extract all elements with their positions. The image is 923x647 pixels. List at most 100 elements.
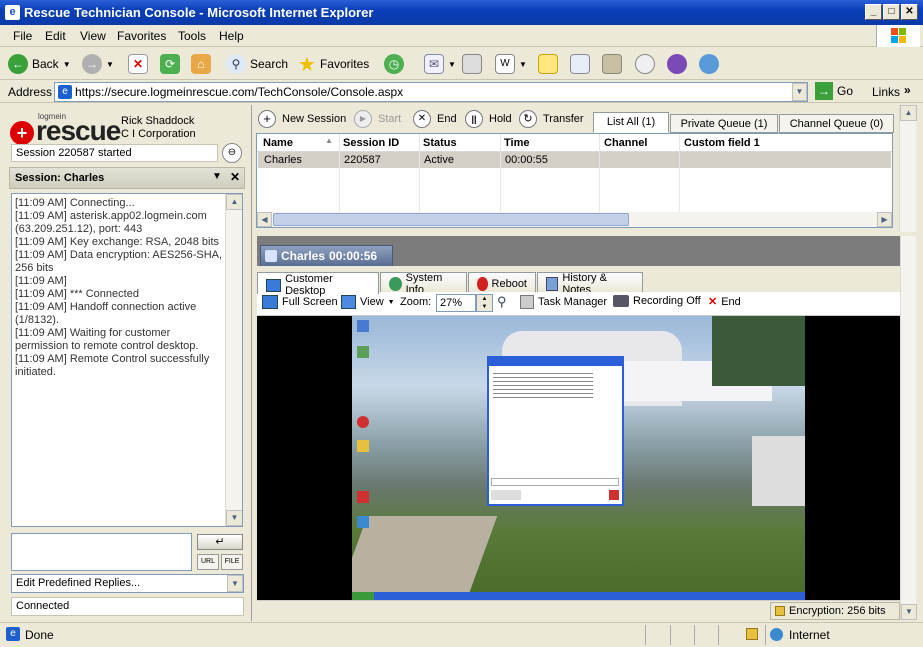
book-icon bbox=[546, 277, 559, 291]
chat-log-content: [11:09 AM] Connecting... [11:09 AM] aster… bbox=[15, 197, 225, 379]
zoom-input[interactable]: 27% bbox=[436, 294, 476, 312]
star-icon: ★ bbox=[298, 53, 316, 76]
tab-customer-desktop-label: Customer Desktop bbox=[285, 273, 333, 297]
log-line: [11:09 AM] Remote Control successfully i… bbox=[15, 353, 210, 378]
fullscreen-icon bbox=[262, 295, 278, 309]
pause-icon: || bbox=[465, 110, 483, 128]
right-vscrollbar[interactable]: ▼ bbox=[900, 236, 917, 620]
url-button[interactable]: URL bbox=[197, 554, 219, 570]
predefined-replies-select[interactable]: Edit Predefined Replies... ▼ bbox=[11, 574, 244, 593]
tab-channel-queue[interactable]: Channel Queue (0) bbox=[779, 114, 894, 133]
refresh-icon[interactable]: ⟳ bbox=[160, 54, 180, 74]
view-button[interactable]: View ▼ bbox=[341, 295, 395, 309]
task-manager-button[interactable]: Task Manager bbox=[520, 295, 607, 309]
history-icon[interactable]: ◷ bbox=[384, 54, 404, 74]
active-session-timer: 00:00:56 bbox=[329, 249, 378, 263]
search-button[interactable]: ⚲ Search bbox=[226, 52, 288, 76]
active-session-tab[interactable]: Charles 00:00:56 bbox=[260, 245, 393, 266]
col-custom-field[interactable]: Custom field 1 bbox=[684, 137, 760, 149]
scroll-left-icon[interactable]: ◀ bbox=[257, 212, 272, 227]
scroll-right-icon[interactable]: ▶ bbox=[877, 212, 892, 227]
forward-button[interactable]: → ▼ bbox=[82, 52, 114, 76]
top-vscrollbar[interactable]: ▲ bbox=[899, 105, 917, 232]
end-remote-button[interactable]: ✕ End bbox=[708, 295, 741, 309]
tab-reboot[interactable]: Reboot bbox=[468, 272, 536, 292]
favorites-button[interactable]: ★ Favorites bbox=[298, 52, 369, 76]
chat-scrollbar[interactable]: ▲ ▼ bbox=[225, 194, 242, 526]
start-button[interactable]: ▶ Start bbox=[354, 110, 401, 128]
chevron-down-icon[interactable]: ▼ bbox=[212, 171, 222, 182]
menu-file[interactable]: File bbox=[13, 29, 32, 43]
research-icon[interactable] bbox=[602, 54, 622, 74]
url-input[interactable]: e https://secure.logmeinrescue.com/TechC… bbox=[54, 82, 808, 102]
menu-edit[interactable]: Edit bbox=[45, 29, 66, 43]
table-row[interactable]: Charles 220587 Active 00:00:55 bbox=[258, 152, 891, 168]
send-icon[interactable]: ↵ bbox=[197, 534, 243, 550]
edit-icon[interactable]: W bbox=[495, 54, 515, 74]
scroll-down-icon[interactable]: ▼ bbox=[226, 510, 242, 526]
url-dropdown-button[interactable]: ▼ bbox=[792, 83, 807, 101]
menu-favorites[interactable]: Favorites bbox=[117, 29, 166, 43]
recording-button[interactable]: Recording Off bbox=[613, 295, 701, 307]
menu-tools[interactable]: Tools bbox=[178, 29, 206, 43]
col-name[interactable]: Name bbox=[263, 137, 293, 149]
tab-system-info[interactable]: System Info bbox=[380, 272, 467, 296]
scroll-up-icon[interactable]: ▲ bbox=[226, 194, 242, 210]
close-button[interactable]: ✕ bbox=[901, 4, 918, 20]
desktop-icon bbox=[357, 416, 369, 428]
close-icon[interactable]: ✕ bbox=[230, 170, 240, 184]
cell-status: Active bbox=[424, 154, 454, 166]
msn-icon[interactable] bbox=[699, 54, 719, 74]
session-header-title: Session: Charles bbox=[15, 172, 105, 184]
new-session-button[interactable]: + New Session bbox=[258, 110, 346, 128]
col-status[interactable]: Status bbox=[423, 137, 457, 149]
zoom-stepper[interactable]: ▲ ▼ bbox=[476, 294, 493, 312]
print-icon[interactable] bbox=[462, 54, 482, 74]
remote-desktop-viewport[interactable] bbox=[257, 316, 900, 600]
tab-history-notes[interactable]: History & Notes bbox=[537, 272, 643, 296]
log-line: [11:09 AM] bbox=[15, 275, 67, 287]
maximize-button[interactable]: □ bbox=[883, 4, 900, 20]
magnifier-icon[interactable]: ⚲ bbox=[497, 294, 507, 310]
home-icon[interactable]: ⌂ bbox=[191, 54, 211, 74]
ie-status-bar: e Done Internet bbox=[0, 622, 923, 647]
links-label[interactable]: Links bbox=[872, 85, 900, 99]
logo-text: rescue bbox=[36, 115, 121, 146]
full-screen-button[interactable]: Full Screen bbox=[262, 295, 338, 309]
go-button[interactable]: → Go bbox=[815, 82, 853, 100]
minimize-button[interactable]: _ bbox=[865, 4, 882, 20]
chevron-down-icon[interactable]: ▼ bbox=[227, 575, 243, 592]
tab-list-all[interactable]: List All (1) bbox=[593, 112, 669, 133]
back-button[interactable]: ← Back ▼ bbox=[8, 52, 71, 76]
hold-button[interactable]: || Hold bbox=[465, 110, 512, 128]
encryption-label: Encryption: 256 bits bbox=[789, 605, 886, 617]
yahoo-messenger-icon[interactable] bbox=[667, 54, 687, 74]
end-session-button[interactable]: ✕ End bbox=[413, 110, 457, 128]
tab-customer-desktop[interactable]: Customer Desktop bbox=[257, 272, 379, 297]
notes-icon[interactable] bbox=[538, 54, 558, 74]
scroll-up-icon[interactable]: ▲ bbox=[900, 105, 917, 121]
col-divider bbox=[339, 134, 340, 212]
end-label: End bbox=[437, 113, 457, 125]
chat-input[interactable] bbox=[11, 533, 192, 571]
scroll-thumb[interactable] bbox=[273, 213, 629, 226]
col-time[interactable]: Time bbox=[504, 137, 529, 149]
stop-icon[interactable]: ✕ bbox=[128, 54, 148, 74]
log-line: [11:09 AM] Connecting... bbox=[15, 197, 135, 209]
transfer-button[interactable]: ↻ Transfer bbox=[519, 110, 584, 128]
col-channel[interactable]: Channel bbox=[604, 137, 647, 149]
file-button[interactable]: FILE bbox=[221, 554, 243, 570]
menu-view[interactable]: View bbox=[80, 29, 106, 43]
table-hscrollbar[interactable]: ◀ ▶ bbox=[257, 212, 892, 227]
scroll-down-icon[interactable]: ▼ bbox=[901, 604, 917, 620]
attach-icon[interactable] bbox=[570, 54, 590, 74]
col-session-id[interactable]: Session ID bbox=[343, 137, 399, 149]
start-label: Start bbox=[378, 113, 402, 125]
mail-icon[interactable]: ✉ bbox=[424, 54, 444, 74]
trees-image bbox=[712, 316, 805, 386]
tab-private-queue[interactable]: Private Queue (1) bbox=[670, 114, 778, 133]
chevron-right-icon[interactable]: » bbox=[904, 83, 911, 97]
session-options-icon[interactable]: ⊖ bbox=[222, 143, 242, 163]
menu-help[interactable]: Help bbox=[219, 29, 244, 43]
messenger-icon[interactable] bbox=[635, 54, 655, 74]
